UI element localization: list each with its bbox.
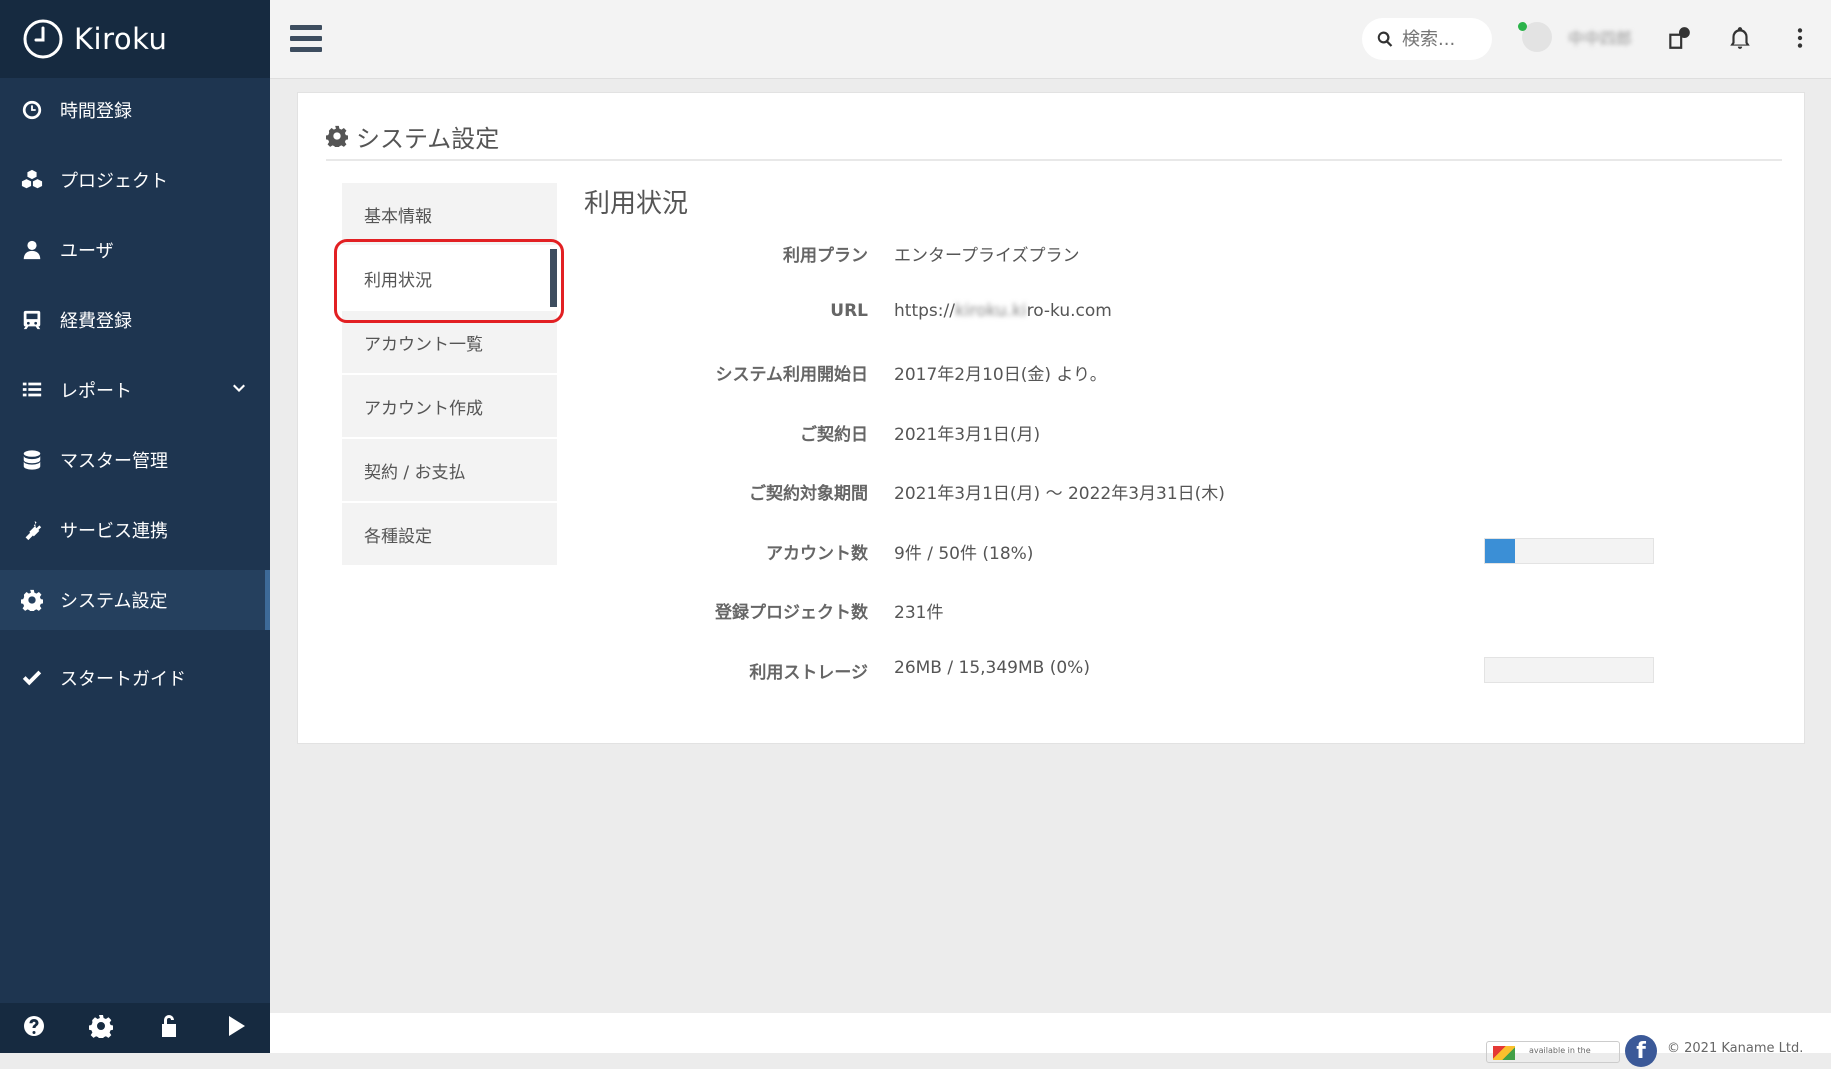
settings-subnav: 基本情報 利用状況 アカウント一覧 アカウント作成 契約 / お支払 各種設定 [342, 183, 557, 567]
row-contract-period: ご契約対象期間 2021年3月1日(月) ～ 2022年3月31日(木) [584, 479, 1784, 539]
row-label: 登録プロジェクト数 [715, 603, 868, 623]
row-value: 26MB / 15,349MB (0%) [894, 657, 1090, 678]
page-title: システム設定 [326, 113, 1782, 161]
storage-progress-bar [1484, 656, 1654, 683]
store-logo-icon [1493, 1046, 1515, 1060]
row-label: システム利用開始日 [715, 365, 869, 385]
subnav-item-account-list[interactable]: アカウント一覧 [342, 311, 557, 373]
row-label: 利用プラン [783, 246, 868, 266]
row-start-date: システム利用開始日 2017年2月10日(金) より。 [584, 360, 1784, 420]
gear-icon [20, 588, 44, 612]
row-value: 2017年2月10日(金) より。 [894, 365, 1107, 385]
unlock-icon[interactable] [157, 1014, 181, 1042]
plug-icon [20, 518, 44, 542]
content-title: 利用状況 [584, 189, 689, 219]
clock-logo-icon [23, 19, 63, 59]
sidebar-item-label: ユーザ [60, 241, 114, 262]
row-value: エンタープライズプラン [894, 246, 1080, 266]
url-suffix: ro-ku.com [1026, 300, 1112, 321]
help-icon[interactable] [22, 1014, 46, 1042]
sidebar-footer [0, 1003, 270, 1053]
row-label: ご契約対象期間 [749, 484, 868, 504]
clock-icon [20, 98, 44, 122]
sidebar-item-label: サービス連携 [60, 521, 168, 542]
subnav-item-various-settings[interactable]: 各種設定 [342, 503, 557, 565]
page-footer: available in the f © 2021 Kaname Ltd. [270, 1013, 1831, 1067]
search-icon [1377, 31, 1393, 47]
sidebar-item-label: レポート [60, 381, 132, 402]
row-label: 利用ストレージ [749, 662, 868, 683]
row-label: ご契約日 [800, 424, 868, 445]
usage-details: 利用プラン エンタープライズプラン URL https://kiroku.kir… [584, 241, 1784, 717]
row-url: URL https://kiroku.kiro-ku.com [584, 301, 1784, 361]
sidebar-item-label: 時間登録 [60, 101, 132, 122]
notice-board-icon[interactable] [1666, 25, 1692, 51]
row-value: 9件 / 50件 (18%) [894, 543, 1034, 564]
sidebar-item-expenses[interactable]: 経費登録 [0, 290, 270, 350]
sidebar-item-start-guide[interactable]: スタートガイド [0, 648, 270, 708]
row-accounts: アカウント数 9件 / 50件 (18%) [584, 537, 1784, 599]
row-value: 231件 [894, 603, 944, 623]
row-storage: 利用ストレージ 26MB / 15,349MB (0%) [584, 656, 1784, 718]
settings-icon[interactable] [88, 1014, 114, 1042]
user-name: 中中四郎 [1568, 29, 1633, 48]
subnav-item-usage[interactable]: 利用状況 [342, 247, 557, 309]
sidebar-item-label: マスター管理 [60, 451, 168, 472]
copyright: © 2021 Kaname Ltd. [1667, 1041, 1804, 1056]
row-label: URL [830, 300, 868, 321]
facebook-icon[interactable]: f [1625, 1035, 1657, 1067]
progress-fill [1485, 538, 1516, 563]
page-title-text: システム設定 [356, 124, 500, 153]
search-box[interactable] [1362, 18, 1492, 60]
database-icon [20, 448, 44, 472]
chevron-down-icon[interactable] [230, 380, 248, 398]
sidebar-item-time[interactable]: 時間登録 [0, 80, 270, 140]
subnav-item-account-create[interactable]: アカウント作成 [342, 375, 557, 437]
topbar: 中中四郎 [270, 0, 1831, 79]
row-label: アカウント数 [766, 543, 868, 564]
cubes-icon [20, 168, 44, 192]
online-status-indicator [1518, 22, 1527, 31]
sidebar-item-master[interactable]: マスター管理 [0, 430, 270, 490]
bell-icon[interactable] [1727, 25, 1753, 51]
url-blurred-part: kiroku.ki [954, 300, 1027, 321]
url-prefix: https:// [894, 300, 955, 321]
train-icon [20, 308, 44, 332]
url-value: https://kiroku.kiro-ku.com [894, 301, 1112, 321]
app-name: Kiroku [74, 22, 168, 56]
row-projects: 登録プロジェクト数 231件 [584, 598, 1784, 658]
check-icon [20, 666, 44, 690]
sidebar-item-reports[interactable]: レポート [0, 360, 270, 420]
sidebar-item-users[interactable]: ユーザ [0, 220, 270, 280]
hamburger-menu-icon[interactable] [290, 25, 322, 53]
user-icon [20, 238, 44, 262]
badge-text: available in the [1529, 1046, 1591, 1055]
play-icon[interactable] [224, 1014, 248, 1042]
user-menu[interactable]: 中中四郎 [1518, 22, 1633, 52]
row-contract-date: ご契約日 2021年3月1日(月) [584, 420, 1784, 480]
row-plan: 利用プラン エンタープライズプラン [584, 241, 1784, 301]
gear-icon [326, 125, 348, 147]
accounts-progress-bar [1484, 537, 1654, 564]
app-store-badge[interactable]: available in the [1486, 1041, 1620, 1063]
sidebar: Kiroku 時間登録 プロジェクト ユーザ 経費登録 レポート マスター管理 … [0, 0, 270, 1053]
row-value: 2021年3月1日(月) ～ 2022年3月31日(木) [894, 484, 1225, 504]
settings-panel: システム設定 基本情報 利用状況 アカウント一覧 アカウント作成 契約 / お支… [297, 92, 1805, 744]
row-value: 2021年3月1日(月) [894, 424, 1041, 445]
subnav-item-contract-payment[interactable]: 契約 / お支払 [342, 439, 557, 501]
subnav-item-basic-info[interactable]: 基本情報 [342, 183, 557, 245]
sidebar-item-system-settings[interactable]: システム設定 [0, 570, 270, 630]
sidebar-item-label: システム設定 [60, 591, 168, 612]
list-icon [20, 378, 44, 402]
brand[interactable]: Kiroku [0, 0, 270, 78]
sidebar-item-label: 経費登録 [60, 311, 132, 332]
more-vertical-icon[interactable] [1787, 25, 1813, 51]
search-input[interactable] [1400, 27, 1490, 51]
sidebar-item-label: プロジェクト [60, 171, 168, 192]
sidebar-nav: 時間登録 プロジェクト ユーザ 経費登録 レポート マスター管理 サービス連携 … [0, 80, 270, 708]
sidebar-item-projects[interactable]: プロジェクト [0, 150, 270, 210]
sidebar-item-label: スタートガイド [60, 669, 186, 690]
sidebar-item-integrations[interactable]: サービス連携 [0, 500, 270, 560]
